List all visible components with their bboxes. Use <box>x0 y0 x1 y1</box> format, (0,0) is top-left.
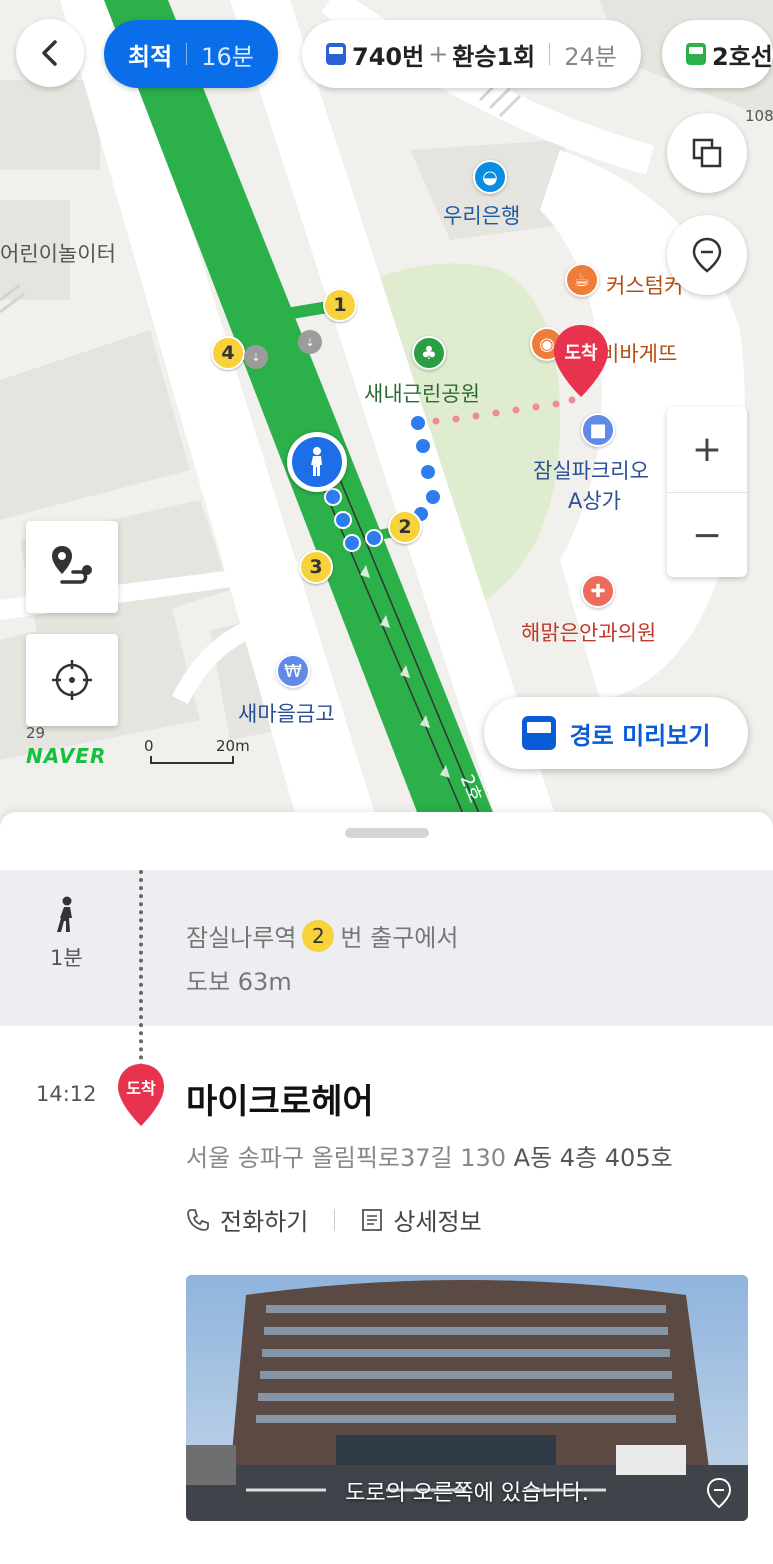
exit-1-marker[interactable]: 1 <box>323 288 357 322</box>
exit-4-marker[interactable]: 4 <box>211 336 245 370</box>
arrival-pin-map-label: 도착 <box>564 343 598 364</box>
cafe-icon[interactable]: ☕ <box>565 263 599 297</box>
location-pin-icon[interactable] <box>706 1477 732 1509</box>
tab-bus-plus: + <box>428 40 449 68</box>
address-detail: A동 4층 405호 <box>506 1144 673 1172</box>
poi-bank-label[interactable]: 우리은행 <box>443 200 520 230</box>
street-view-photo[interactable]: 도로의 오른쪽에 있습니다. <box>186 1275 748 1521</box>
tab-bus-time: 24분 <box>564 42 617 71</box>
destination-actions: 전화하기 상세정보 <box>186 1202 482 1237</box>
location-pin-icon <box>692 237 722 273</box>
tab-bus-label: 740번 <box>352 42 425 71</box>
bank-icon[interactable]: ◒ <box>473 160 507 194</box>
poi-bakery-label[interactable]: 비바게뜨 <box>600 338 677 368</box>
tab-subway-route[interactable]: 2호선 <box>662 20 773 88</box>
back-button[interactable] <box>16 19 84 87</box>
arrival-time: 14:12 <box>36 1082 97 1106</box>
zoom-out-button[interactable]: − <box>667 492 747 577</box>
destination-name[interactable]: 마이크로헤어 <box>186 1074 374 1123</box>
sheet-drag-handle[interactable] <box>345 828 429 838</box>
poi-mall-label-line2[interactable]: A상가 <box>568 485 621 515</box>
map-number-29: 29 <box>26 724 46 742</box>
route-preview-label: 경로 미리보기 <box>569 721 711 750</box>
phone-icon <box>187 1208 209 1231</box>
street-view-caption: 도로의 오른쪽에 있습니다. <box>345 1481 589 1506</box>
tab-optimal-route[interactable]: 최적 16분 <box>104 20 278 88</box>
address-main: 서울 송파구 올림픽로37길 130 <box>186 1144 507 1172</box>
zoom-control: + − <box>667 407 747 577</box>
call-label: 전화하기 <box>220 1208 309 1236</box>
arrival-pin-icon: 도착 <box>116 1062 166 1128</box>
bus-icon <box>326 43 346 65</box>
exit-2-marker[interactable]: 2 <box>388 510 422 544</box>
saemaul-bank-icon[interactable]: ₩ <box>276 654 310 688</box>
shopping-icon[interactable]: ■ <box>581 413 615 447</box>
subway-entrance-icon: ⇣ <box>298 330 322 354</box>
map-view[interactable]: 108 29 ◒ 우리은행 어린이놀이터 ☕ 커스텀커 ◉ 비바게뜨 ♣ 새내근… <box>0 0 773 830</box>
tab-bus-transfer: 환승1회 <box>452 42 536 71</box>
tab-subway-label: 2호선 <box>712 42 773 71</box>
park-icon[interactable]: ♣ <box>412 336 446 370</box>
train-icon <box>686 43 706 65</box>
walking-icon <box>57 896 72 932</box>
naver-logo: NAVER <box>26 744 107 768</box>
poi-saemaul-label[interactable]: 새마을금고 <box>238 698 335 728</box>
scale-label: 20m <box>216 737 250 755</box>
poi-park-label[interactable]: 새내근린공원 <box>364 378 480 408</box>
bus-icon <box>521 716 556 750</box>
current-location-walker-icon[interactable] <box>287 432 347 492</box>
walk-instruction: 잠실나루역 2 번 출구에서 <box>186 918 458 953</box>
route-detail-sheet[interactable]: 1분 잠실나루역 2 번 출구에서 도보 63m 14:12 도착 마이크로헤어… <box>0 812 773 1564</box>
subway-entrance-icon: ⇣ <box>244 345 268 369</box>
scale-bar <box>150 756 234 764</box>
hospital-icon[interactable]: ✚ <box>581 574 615 608</box>
exit-3-marker[interactable]: 3 <box>299 550 333 584</box>
walk-exit-suffix: 번 출구에서 <box>340 924 459 952</box>
detail-info-button[interactable]: 상세정보 <box>361 1202 482 1237</box>
arrival-pin-label: 도착 <box>126 1079 156 1098</box>
poi-playground-label: 어린이놀이터 <box>0 242 116 266</box>
map-pin-button[interactable] <box>667 215 747 295</box>
call-button[interactable]: 전화하기 <box>186 1202 308 1237</box>
destination-address: 서울 송파구 올림픽로37길 130 A동 4층 405호 <box>186 1138 673 1173</box>
walk-distance: 도보 63m <box>186 968 292 996</box>
chevron-left-icon <box>42 40 57 66</box>
document-icon <box>362 1208 383 1231</box>
walk-exit-badge: 2 <box>302 919 335 952</box>
layers-icon <box>692 138 722 168</box>
map-layers-button[interactable] <box>667 113 747 193</box>
route-preview-button[interactable]: 경로 미리보기 <box>484 697 748 769</box>
tab-bus-route[interactable]: 740번 + 환승1회 24분 <box>302 20 641 88</box>
zoom-in-button[interactable]: + <box>667 407 747 492</box>
walk-duration: 1분 <box>50 946 83 970</box>
crosshair-icon <box>52 660 92 700</box>
detail-info-label: 상세정보 <box>393 1208 482 1236</box>
scale-zero: 0 <box>144 737 154 755</box>
route-icon <box>52 546 92 584</box>
poi-clinic-label[interactable]: 해맑은안과의원 <box>521 617 656 647</box>
poi-mall-label-line1[interactable]: 잠실파크리오 <box>533 455 649 485</box>
my-location-button[interactable] <box>26 634 118 726</box>
tab-optimal-time: 16분 <box>201 42 254 71</box>
arrival-pin-map[interactable]: 도착 <box>552 323 610 399</box>
walk-station: 잠실나루역 <box>186 924 297 952</box>
map-number-108: 108 <box>745 107 773 125</box>
tab-optimal-label: 최적 <box>128 42 173 71</box>
route-overview-button[interactable] <box>26 521 118 613</box>
